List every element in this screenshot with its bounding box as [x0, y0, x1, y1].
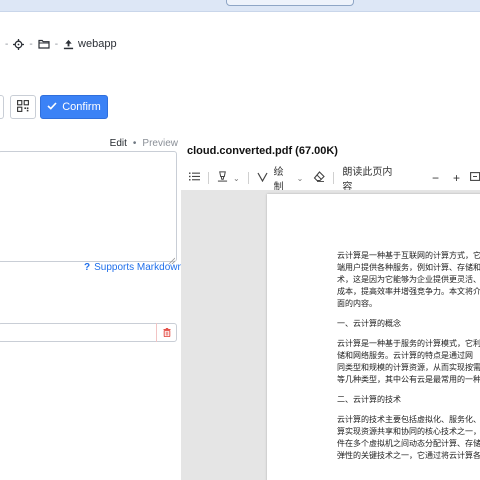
clipped-button[interactable] — [0, 95, 4, 119]
breadcrumb-item-folder[interactable] — [38, 39, 50, 49]
toolbar-divider — [333, 172, 335, 184]
breadcrumb-separator: - — [54, 38, 59, 50]
eraser-icon — [313, 171, 326, 185]
resize-handle-icon[interactable] — [168, 253, 176, 265]
read-aloud-button[interactable]: 朗读此页内容 — [342, 163, 400, 193]
pdf-text-line: 储和网络服务。云计算的特点是通过网 — [337, 351, 473, 360]
crosshair-icon — [13, 38, 25, 50]
zoom-out-label: − — [431, 171, 439, 185]
top-navbar — [0, 0, 480, 12]
checkmark-icon — [47, 101, 57, 113]
pdf-toolbar: ⌄ 绘制 ⌄ 朗读此页内容 − + — [181, 163, 480, 193]
pdf-paragraph-gap — [337, 330, 480, 338]
pdf-text-line: 成本，提高效率并增强竞争力。本文将介 — [337, 287, 480, 296]
pdf-text-line: 云计算是一种基于服务的计算模式，它利 — [337, 339, 480, 348]
chevron-down-icon[interactable]: ⌄ — [297, 174, 304, 183]
fit-page-icon — [470, 172, 480, 184]
qr-code-button[interactable] — [10, 95, 36, 119]
contents-button[interactable] — [189, 172, 200, 184]
markdown-support-link[interactable]: ? Supports Markdown — [84, 262, 183, 273]
navbar-dropdown[interactable] — [226, 0, 354, 6]
breadcrumb-separator: - — [5, 38, 9, 50]
breadcrumb-separator: - — [29, 38, 33, 50]
toolbar-divider — [208, 172, 209, 184]
qr-code-icon — [17, 99, 29, 115]
breadcrumb-item-webapp[interactable]: webapp — [63, 38, 117, 50]
markdown-support-label: Supports Markdown — [94, 262, 184, 273]
pdf-text-line: 弹性的关键技术之一，它通过将云计算各 — [337, 451, 480, 460]
attachment-row — [0, 323, 177, 342]
breadcrumb-label: webapp — [78, 38, 117, 50]
pdf-paragraph-gap — [337, 310, 480, 318]
pdf-text-line: 件在多个虚拟机之间动态分配计算、存储 — [337, 439, 480, 448]
pdf-text-line: 云计算是一种基于互联网的计算方式，它 — [337, 251, 480, 260]
draw-label: 绘制 — [273, 167, 284, 193]
tab-edit[interactable]: Edit — [110, 138, 127, 149]
read-aloud-label: 朗读此页内容 — [342, 167, 393, 193]
help-icon: ? — [84, 262, 91, 273]
pdf-text-line: 面的内容。 — [337, 299, 377, 308]
highlighter-icon — [217, 171, 228, 185]
pdf-text-line: 端用户提供各种服务，例如计算、存储和 — [337, 263, 480, 272]
upload-icon — [63, 39, 74, 50]
pdf-text-line: 术，这是因为它能够为企业提供更灵活、 — [337, 275, 480, 284]
zoom-in-button[interactable]: + — [453, 171, 460, 185]
pdf-paragraph-gap — [337, 406, 480, 414]
draw-icon — [257, 172, 268, 185]
zoom-out-button[interactable]: − — [432, 171, 439, 185]
pdf-text-line: 算实现资源共享和协同的核心技术之一， — [337, 427, 480, 436]
pdf-text-line: 云计算的技术主要包括虚拟化、服务化、 — [337, 415, 480, 424]
pdf-text-line: 二、云计算的技术 — [337, 395, 401, 404]
folder-icon — [38, 39, 50, 49]
list-icon — [189, 172, 200, 184]
zoom-in-label: + — [452, 171, 460, 185]
pdf-viewer-title: cloud.converted.pdf (67.00K) — [187, 145, 338, 157]
pdf-text-line: 等几种类型，其中公有云是最常用的一种 — [337, 375, 480, 384]
pdf-viewer-canvas[interactable]: 云计算是一种基于互联网的计算方式，它 端用户提供各种服务，例如计算、存储和 术，这是… — [181, 190, 480, 480]
breadcrumb: - - - webapp — [0, 36, 117, 52]
pdf-text-line: 一、云计算的概念 — [337, 319, 401, 328]
tab-separator: • — [132, 137, 137, 149]
highlight-button[interactable]: ⌄ — [217, 171, 240, 185]
pdf-paragraph-gap — [337, 386, 480, 394]
draw-button[interactable]: 绘制 ⌄ — [257, 163, 304, 193]
pdf-page: 云计算是一种基于互联网的计算方式，它 端用户提供各种服务，例如计算、存储和 术，这是… — [267, 194, 480, 480]
confirm-button-label: Confirm — [62, 101, 101, 113]
pdf-page-text: 云计算是一种基于互联网的计算方式，它 端用户提供各种服务，例如计算、存储和 术，这是… — [337, 250, 480, 462]
delete-attachment-button[interactable] — [156, 323, 176, 342]
fit-page-button[interactable] — [470, 172, 480, 184]
pdf-text-line: 同类型和规模的计算资源，从而实现按需 — [337, 363, 480, 372]
editor-tabs: Edit • Preview — [0, 137, 178, 149]
chevron-down-icon[interactable]: ⌄ — [233, 174, 240, 183]
tab-preview[interactable]: Preview — [142, 138, 178, 149]
eraser-button[interactable] — [313, 171, 326, 185]
action-bar: Confirm — [0, 95, 108, 119]
confirm-button[interactable]: Confirm — [40, 95, 108, 119]
toolbar-divider — [247, 172, 249, 184]
trash-icon — [163, 326, 171, 340]
markdown-editor-textarea[interactable] — [0, 151, 177, 265]
breadcrumb-item-target[interactable] — [13, 38, 25, 50]
